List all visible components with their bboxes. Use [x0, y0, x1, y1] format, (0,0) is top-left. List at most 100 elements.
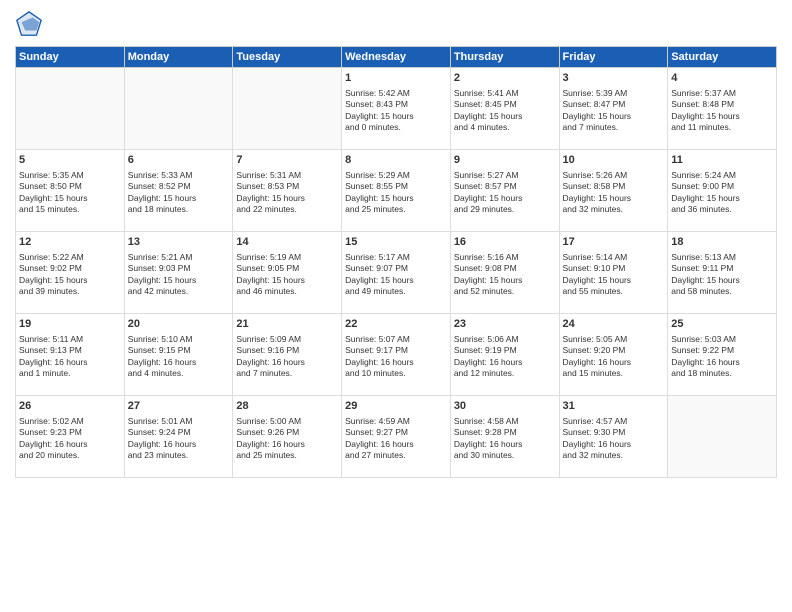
day-info: Sunrise: 4:57 AM Sunset: 9:30 PM Dayligh…: [563, 416, 665, 462]
calendar-cell: 22Sunrise: 5:07 AM Sunset: 9:17 PM Dayli…: [342, 314, 451, 396]
page: SundayMondayTuesdayWednesdayThursdayFrid…: [0, 0, 792, 612]
calendar-week-row: 5 Sunrise: 5:35 AM Sunset: 8:50 PM Daylig…: [16, 150, 777, 232]
day-info: Sunrise: 5:17 AM Sunset: 9:07 PM Dayligh…: [345, 252, 447, 298]
day-number: 26: [19, 399, 121, 414]
day-info: Sunrise: 5:10 AM Sunset: 9:15 PM Dayligh…: [128, 334, 230, 380]
calendar-week-row: 12Sunrise: 5:22 AM Sunset: 9:02 PM Dayli…: [16, 232, 777, 314]
calendar-cell: [124, 68, 233, 150]
calendar-week-row: 26 Sunrise: 5:02 AM Sunset: 9:23 PM Dayli…: [16, 396, 777, 478]
calendar-cell: 14 Sunrise: 5:19 AM Sunset: 9:05 PM Dayli…: [233, 232, 342, 314]
day-info: Sunrise: 5:01 AM Sunset: 9:24 PM Dayligh…: [128, 416, 230, 462]
calendar-cell: 19Sunrise: 5:11 AM Sunset: 9:13 PM Dayli…: [16, 314, 125, 396]
day-number: 31: [563, 399, 665, 414]
calendar-table: SundayMondayTuesdayWednesdayThursdayFrid…: [15, 46, 777, 478]
day-number: 25: [671, 317, 773, 332]
calendar-cell: 28 Sunrise: 5:00 AM Sunset: 9:26 PM Dayli…: [233, 396, 342, 478]
calendar-cell: 15 Sunrise: 5:17 AM Sunset: 9:07 PM Dayli…: [342, 232, 451, 314]
day-number: 27: [128, 399, 230, 414]
logo: [15, 10, 47, 38]
day-number: 28: [236, 399, 338, 414]
day-info: Sunrise: 5:09 AM Sunset: 9:16 PM Dayligh…: [236, 334, 338, 380]
day-number: 13: [128, 235, 230, 250]
day-number: 11: [671, 153, 773, 168]
day-info: Sunrise: 5:02 AM Sunset: 9:23 PM Dayligh…: [19, 416, 121, 462]
weekday-header-saturday: Saturday: [668, 47, 777, 68]
calendar-week-row: 19Sunrise: 5:11 AM Sunset: 9:13 PM Dayli…: [16, 314, 777, 396]
day-number: 3: [563, 71, 665, 86]
day-info: Sunrise: 5:06 AM Sunset: 9:19 PM Dayligh…: [454, 334, 556, 380]
calendar-cell: 31 Sunrise: 4:57 AM Sunset: 9:30 PM Dayli…: [559, 396, 668, 478]
day-info: Sunrise: 5:42 AM Sunset: 8:43 PM Dayligh…: [345, 88, 447, 134]
day-info: Sunrise: 5:13 AM Sunset: 9:11 PM Dayligh…: [671, 252, 773, 298]
day-number: 23: [454, 317, 556, 332]
day-number: 20: [128, 317, 230, 332]
day-number: 29: [345, 399, 447, 414]
day-info: Sunrise: 5:26 AM Sunset: 8:58 PM Dayligh…: [563, 170, 665, 216]
day-info: Sunrise: 5:07 AM Sunset: 9:17 PM Dayligh…: [345, 334, 447, 380]
calendar-cell: 26 Sunrise: 5:02 AM Sunset: 9:23 PM Dayli…: [16, 396, 125, 478]
calendar-cell: 9 Sunrise: 5:27 AM Sunset: 8:57 PM Daylig…: [450, 150, 559, 232]
day-info: Sunrise: 5:24 AM Sunset: 9:00 PM Dayligh…: [671, 170, 773, 216]
logo-icon: [15, 10, 43, 38]
day-info: Sunrise: 5:16 AM Sunset: 9:08 PM Dayligh…: [454, 252, 556, 298]
calendar-cell: 20 Sunrise: 5:10 AM Sunset: 9:15 PM Dayli…: [124, 314, 233, 396]
weekday-header-sunday: Sunday: [16, 47, 125, 68]
day-info: Sunrise: 5:05 AM Sunset: 9:20 PM Dayligh…: [563, 334, 665, 380]
day-number: 1: [345, 71, 447, 86]
calendar-cell: 16 Sunrise: 5:16 AM Sunset: 9:08 PM Dayli…: [450, 232, 559, 314]
calendar-cell: 1 Sunrise: 5:42 AM Sunset: 8:43 PM Daylig…: [342, 68, 451, 150]
day-number: 30: [454, 399, 556, 414]
calendar-cell: 18 Sunrise: 5:13 AM Sunset: 9:11 PM Dayli…: [668, 232, 777, 314]
day-info: Sunrise: 5:21 AM Sunset: 9:03 PM Dayligh…: [128, 252, 230, 298]
header: [15, 10, 777, 38]
day-number: 24: [563, 317, 665, 332]
calendar-cell: 7Sunrise: 5:31 AM Sunset: 8:53 PM Daylig…: [233, 150, 342, 232]
weekday-header-tuesday: Tuesday: [233, 47, 342, 68]
day-info: Sunrise: 5:00 AM Sunset: 9:26 PM Dayligh…: [236, 416, 338, 462]
day-number: 19: [19, 317, 121, 332]
calendar-cell: 29Sunrise: 4:59 AM Sunset: 9:27 PM Dayli…: [342, 396, 451, 478]
calendar-cell: 11 Sunrise: 5:24 AM Sunset: 9:00 PM Dayli…: [668, 150, 777, 232]
day-number: 18: [671, 235, 773, 250]
calendar-week-row: 1 Sunrise: 5:42 AM Sunset: 8:43 PM Daylig…: [16, 68, 777, 150]
day-number: 12: [19, 235, 121, 250]
day-number: 2: [454, 71, 556, 86]
day-number: 5: [19, 153, 121, 168]
day-info: Sunrise: 5:39 AM Sunset: 8:47 PM Dayligh…: [563, 88, 665, 134]
calendar-cell: 6 Sunrise: 5:33 AM Sunset: 8:52 PM Daylig…: [124, 150, 233, 232]
day-number: 17: [563, 235, 665, 250]
calendar-cell: 27 Sunrise: 5:01 AM Sunset: 9:24 PM Dayli…: [124, 396, 233, 478]
day-number: 6: [128, 153, 230, 168]
calendar-cell: 17 Sunrise: 5:14 AM Sunset: 9:10 PM Dayli…: [559, 232, 668, 314]
day-number: 9: [454, 153, 556, 168]
day-info: Sunrise: 5:33 AM Sunset: 8:52 PM Dayligh…: [128, 170, 230, 216]
day-number: 16: [454, 235, 556, 250]
calendar-cell: 30Sunrise: 4:58 AM Sunset: 9:28 PM Dayli…: [450, 396, 559, 478]
day-number: 14: [236, 235, 338, 250]
calendar-cell: 25Sunrise: 5:03 AM Sunset: 9:22 PM Dayli…: [668, 314, 777, 396]
calendar-cell: 5 Sunrise: 5:35 AM Sunset: 8:50 PM Daylig…: [16, 150, 125, 232]
calendar-cell: 3 Sunrise: 5:39 AM Sunset: 8:47 PM Daylig…: [559, 68, 668, 150]
calendar-cell: 4Sunrise: 5:37 AM Sunset: 8:48 PM Daylig…: [668, 68, 777, 150]
day-info: Sunrise: 5:35 AM Sunset: 8:50 PM Dayligh…: [19, 170, 121, 216]
calendar-cell: 8Sunrise: 5:29 AM Sunset: 8:55 PM Daylig…: [342, 150, 451, 232]
calendar-cell: 10 Sunrise: 5:26 AM Sunset: 8:58 PM Dayli…: [559, 150, 668, 232]
day-number: 7: [236, 153, 338, 168]
day-info: Sunrise: 5:27 AM Sunset: 8:57 PM Dayligh…: [454, 170, 556, 216]
calendar-cell: [668, 396, 777, 478]
day-number: 10: [563, 153, 665, 168]
calendar-cell: 24 Sunrise: 5:05 AM Sunset: 9:20 PM Dayli…: [559, 314, 668, 396]
calendar-cell: 2 Sunrise: 5:41 AM Sunset: 8:45 PM Daylig…: [450, 68, 559, 150]
weekday-header-wednesday: Wednesday: [342, 47, 451, 68]
day-info: Sunrise: 5:14 AM Sunset: 9:10 PM Dayligh…: [563, 252, 665, 298]
weekday-header-thursday: Thursday: [450, 47, 559, 68]
day-number: 8: [345, 153, 447, 168]
day-number: 15: [345, 235, 447, 250]
day-info: Sunrise: 5:19 AM Sunset: 9:05 PM Dayligh…: [236, 252, 338, 298]
calendar-cell: [16, 68, 125, 150]
calendar-cell: 12Sunrise: 5:22 AM Sunset: 9:02 PM Dayli…: [16, 232, 125, 314]
day-info: Sunrise: 5:41 AM Sunset: 8:45 PM Dayligh…: [454, 88, 556, 134]
weekday-header-friday: Friday: [559, 47, 668, 68]
day-info: Sunrise: 5:37 AM Sunset: 8:48 PM Dayligh…: [671, 88, 773, 134]
calendar-cell: 21Sunrise: 5:09 AM Sunset: 9:16 PM Dayli…: [233, 314, 342, 396]
